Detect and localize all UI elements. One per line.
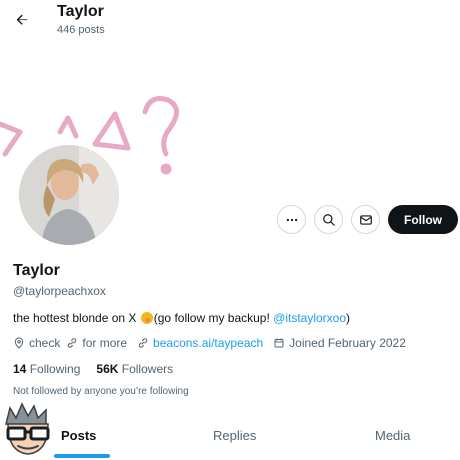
mail-icon: [359, 214, 372, 225]
search-button[interactable]: [314, 205, 343, 234]
not-followed-note: Not followed by anyone you’re following: [13, 386, 189, 397]
website-link-icon: [137, 337, 149, 349]
location-text: check: [29, 336, 61, 350]
top-bar: Taylor 446 posts: [0, 0, 460, 44]
tab-replies[interactable]: Replies: [213, 428, 256, 443]
profile-meta: check for more beacons.ai/taypeach Joine…: [13, 336, 412, 350]
avatar-photo: [19, 145, 119, 245]
display-name: Taylor: [13, 262, 60, 279]
back-button[interactable]: [8, 6, 36, 34]
followers-link[interactable]: 56K Followers: [96, 362, 173, 376]
follow-button[interactable]: Follow: [388, 205, 458, 234]
back-arrow-icon: [16, 14, 28, 25]
profile-tabs: Posts Replies Media: [0, 418, 460, 460]
bio-text-middle: (go follow my backup!: [153, 311, 274, 325]
following-count: 14: [13, 362, 27, 376]
more-icon: [286, 218, 297, 221]
profile-avatar[interactable]: [15, 141, 123, 249]
website-link[interactable]: beacons.ai/taypeach: [153, 336, 263, 350]
tab-posts[interactable]: Posts: [61, 428, 96, 443]
message-button[interactable]: [351, 205, 380, 234]
location-icon: [13, 337, 25, 349]
followers-count: 56K: [96, 362, 119, 376]
emoji-icon: [140, 312, 153, 324]
follow-stats: 14 Following 56K Followers: [13, 362, 173, 376]
bio-text-start: the hottest blonde on X: [13, 311, 140, 325]
following-link[interactable]: 14 Following: [13, 362, 80, 376]
bio-mention-link[interactable]: @itstaylorxoo: [273, 311, 346, 325]
active-tab-indicator: [54, 454, 110, 458]
joined-date: Joined February 2022: [289, 336, 406, 350]
header-title: Taylor: [57, 3, 104, 20]
profile-actions: Follow: [277, 205, 458, 234]
tab-media[interactable]: Media: [375, 428, 410, 443]
header-post-count: 446 posts: [57, 24, 105, 36]
cartoon-avatar-icon: [0, 402, 58, 460]
location-extra-text: for more: [82, 336, 128, 350]
search-icon: [322, 213, 335, 226]
followers-label: Followers: [121, 362, 174, 376]
profile-handle: @taylorpeachxox: [13, 284, 106, 298]
bio-text-end: ): [346, 311, 351, 325]
link-icon: [66, 337, 78, 349]
profile-bio: the hottest blonde on X (go follow my ba…: [13, 311, 350, 325]
more-button[interactable]: [277, 205, 306, 234]
calendar-icon: [273, 337, 285, 349]
following-label: Following: [29, 362, 81, 376]
